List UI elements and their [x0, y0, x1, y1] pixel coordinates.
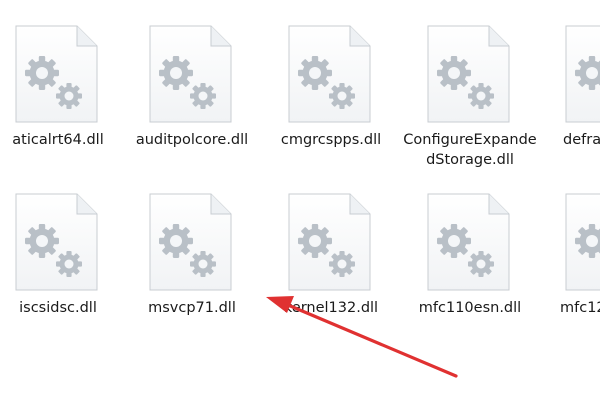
dll-file-icon — [540, 18, 600, 128]
dll-file-icon — [0, 18, 126, 128]
file-item-kernel132[interactable]: kernel132.dll — [263, 186, 399, 356]
file-name: ConfigureExpandedStorage.dll — [403, 132, 537, 168]
file-name: auditpolcore.dll — [135, 132, 249, 148]
explorer-file-view: aticalrt64.dll auditpolcore.dll cmgrcspp… — [0, 0, 600, 400]
dll-file-icon — [124, 186, 260, 296]
file-item-auditpolcore[interactable]: auditpolcore.dll — [124, 18, 260, 188]
file-item-iscsidsc[interactable]: iscsidsc.dll — [0, 186, 126, 356]
file-item-aticalrt64[interactable]: aticalrt64.dll — [0, 18, 126, 188]
dll-file-icon — [124, 18, 260, 128]
file-item-msvcp71[interactable]: msvcp71.dll — [124, 186, 260, 356]
dll-file-icon — [540, 186, 600, 296]
dll-file-icon — [402, 18, 538, 128]
dll-file-icon — [402, 186, 538, 296]
dll-file-icon — [263, 186, 399, 296]
file-grid: aticalrt64.dll auditpolcore.dll cmgrcspp… — [0, 0, 600, 400]
dll-file-icon — [263, 18, 399, 128]
file-name: defra — [563, 132, 600, 148]
file-item-defra-partial[interactable]: defra — [540, 18, 600, 188]
dll-file-icon — [0, 186, 126, 296]
file-name: aticalrt64.dll — [12, 132, 104, 148]
file-name: iscsidsc.dll — [19, 300, 97, 316]
file-name: kernel132.dll — [283, 300, 379, 316]
file-name: cmgrcspps.dll — [280, 132, 382, 148]
file-item-cmgrcspps[interactable]: cmgrcspps.dll — [263, 18, 399, 188]
file-item-mfc12-partial[interactable]: mfc12 — [540, 186, 600, 356]
file-name: mfc12 — [560, 300, 600, 316]
file-item-configureexpandedstorage[interactable]: ConfigureExpandedStorage.dll — [402, 18, 538, 188]
file-name: msvcp71.dll — [148, 300, 236, 316]
file-item-mfc110esn[interactable]: mfc110esn.dll — [402, 186, 538, 356]
file-name: mfc110esn.dll — [418, 300, 522, 316]
